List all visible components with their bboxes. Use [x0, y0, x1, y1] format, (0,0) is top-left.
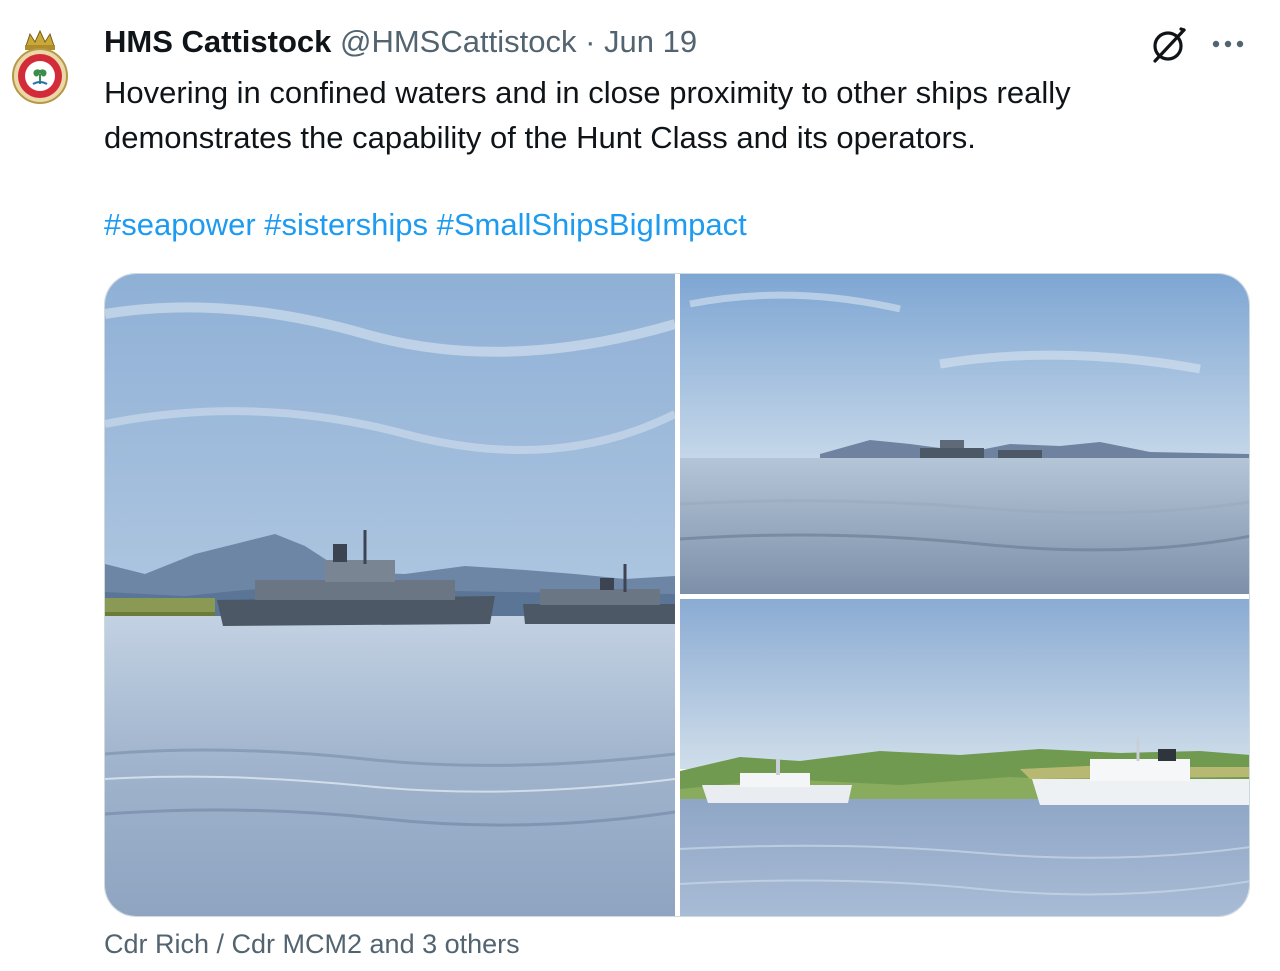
ship-crest-icon: [12, 29, 68, 104]
hashtag-seapower[interactable]: #seapower: [104, 207, 256, 242]
photo-white-ships-green-coast[interactable]: [680, 599, 1249, 916]
tweet-date[interactable]: Jun 19: [604, 24, 697, 59]
header-separator: ·: [585, 24, 596, 59]
avatar[interactable]: [10, 26, 70, 110]
photo-warships-on-calm-water[interactable]: [105, 274, 675, 916]
hashtag-smallshipsbigimpact[interactable]: #SmallShipsBigImpact: [437, 207, 747, 242]
hashtag-sisterships[interactable]: #sisterships: [264, 207, 428, 242]
hashtags-row: #seapower #sisterships #SmallShipsBigImp…: [104, 202, 747, 247]
media-grid: [104, 273, 1250, 917]
tagged-users[interactable]: Cdr Rich / Cdr MCM2 and 3 others: [104, 924, 520, 964]
photo-distant-ships-horizon[interactable]: [680, 274, 1249, 594]
tweet-header: HMS Cattistock @HMSCattistock · Jun 19: [104, 22, 697, 62]
more-dots-icon[interactable]: [1208, 26, 1248, 60]
author-handle[interactable]: @HMSCattistock: [340, 24, 576, 59]
grok-slash-icon[interactable]: [1148, 24, 1190, 66]
tweet-text: Hovering in confined waters and in close…: [104, 75, 1071, 155]
author-name[interactable]: HMS Cattistock: [104, 24, 331, 59]
